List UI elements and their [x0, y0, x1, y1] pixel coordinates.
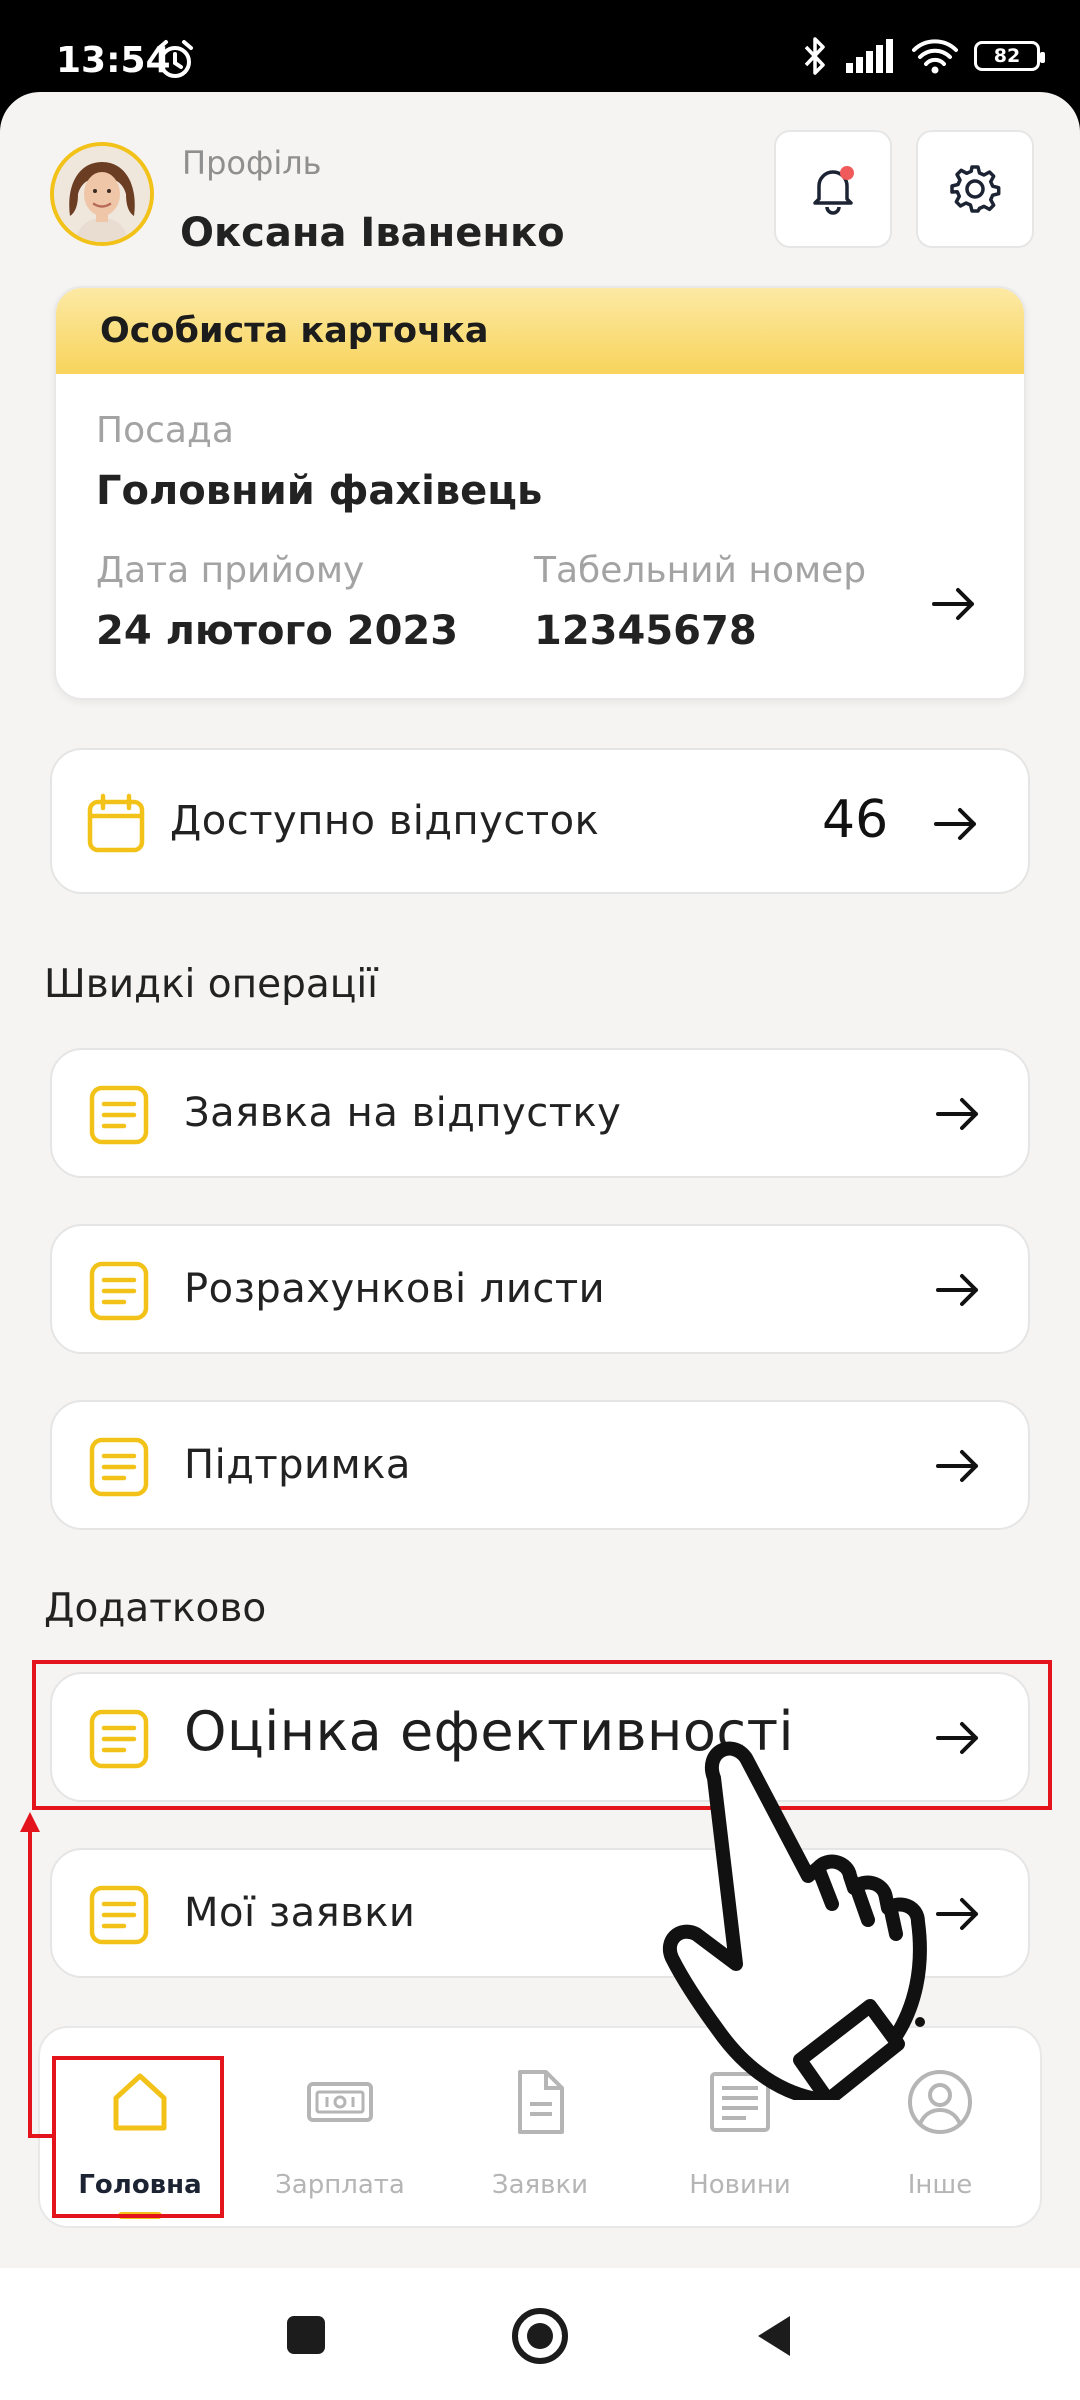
pointing-hand-icon [663, 1741, 927, 2100]
home-system-button[interactable] [512, 2308, 568, 2364]
home-dot [527, 2323, 553, 2349]
recents-button[interactable] [287, 2316, 325, 2354]
back-button[interactable] [752, 2312, 796, 2360]
system-nav-bar [0, 2268, 1080, 2400]
back-triangle-icon [758, 2316, 790, 2356]
